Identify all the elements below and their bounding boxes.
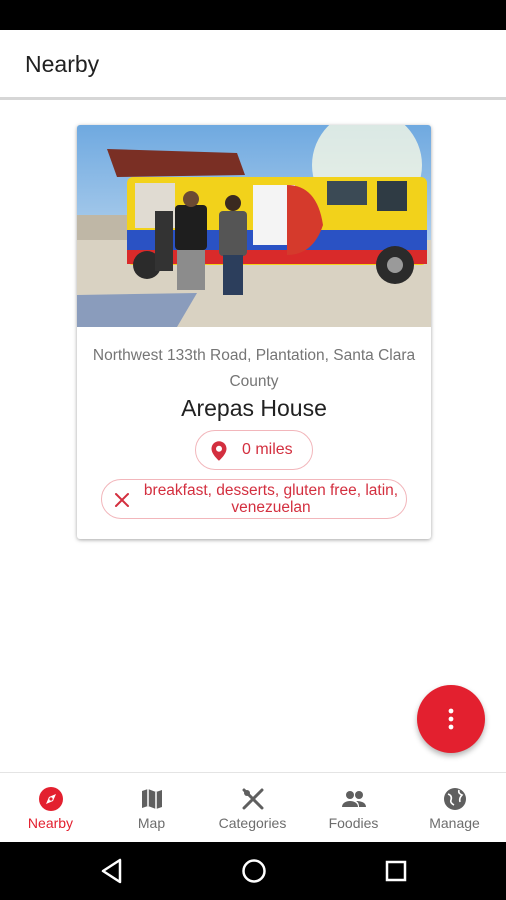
compass-icon <box>39 787 63 811</box>
more-options-button[interactable] <box>417 685 485 753</box>
more-vert-icon <box>448 708 454 730</box>
categories-chip[interactable]: breakfast, desserts, gluten free, latin,… <box>101 479 407 519</box>
page-title: Nearby <box>25 51 100 77</box>
map-icon <box>142 789 162 809</box>
nav-label: Categories <box>218 815 287 831</box>
app-bar: Nearby <box>0 30 506 100</box>
nav-label: Manage <box>429 815 480 831</box>
restaurant-card[interactable]: Northwest 133th Road, Plantation, Santa … <box>77 125 431 539</box>
home-icon[interactable] <box>241 857 267 885</box>
nav-map[interactable]: Map <box>101 773 202 843</box>
nav-label: Foodies <box>328 815 379 831</box>
categories-text: breakfast, desserts, gluten free, latin,… <box>143 482 399 516</box>
restaurant-address: Northwest 133th Road, Plantation, Santa … <box>92 347 416 390</box>
food-truck-photo <box>77 125 431 327</box>
back-icon[interactable] <box>100 857 124 885</box>
recents-icon[interactable] <box>384 857 408 885</box>
location-pin-icon <box>210 440 228 467</box>
distance-text: 0 miles <box>242 441 293 458</box>
utensils-icon <box>242 788 264 810</box>
nav-label: Nearby <box>27 815 74 831</box>
system-navigation-bar <box>0 842 506 900</box>
globe-icon <box>444 788 466 810</box>
utensils-icon <box>114 492 130 513</box>
status-bar <box>0 0 506 30</box>
restaurant-name: Arepas House <box>181 395 327 421</box>
nav-manage[interactable]: Manage <box>404 773 505 843</box>
nav-categories[interactable]: Categories <box>202 773 303 843</box>
nav-nearby[interactable]: Nearby <box>0 773 101 843</box>
nav-foodies[interactable]: Foodies <box>303 773 404 843</box>
nav-label: Map <box>137 815 166 831</box>
people-icon <box>342 791 366 807</box>
distance-chip[interactable]: 0 miles <box>195 430 313 470</box>
bottom-navigation: Nearby Map Categories Foodies Manage <box>0 772 506 842</box>
